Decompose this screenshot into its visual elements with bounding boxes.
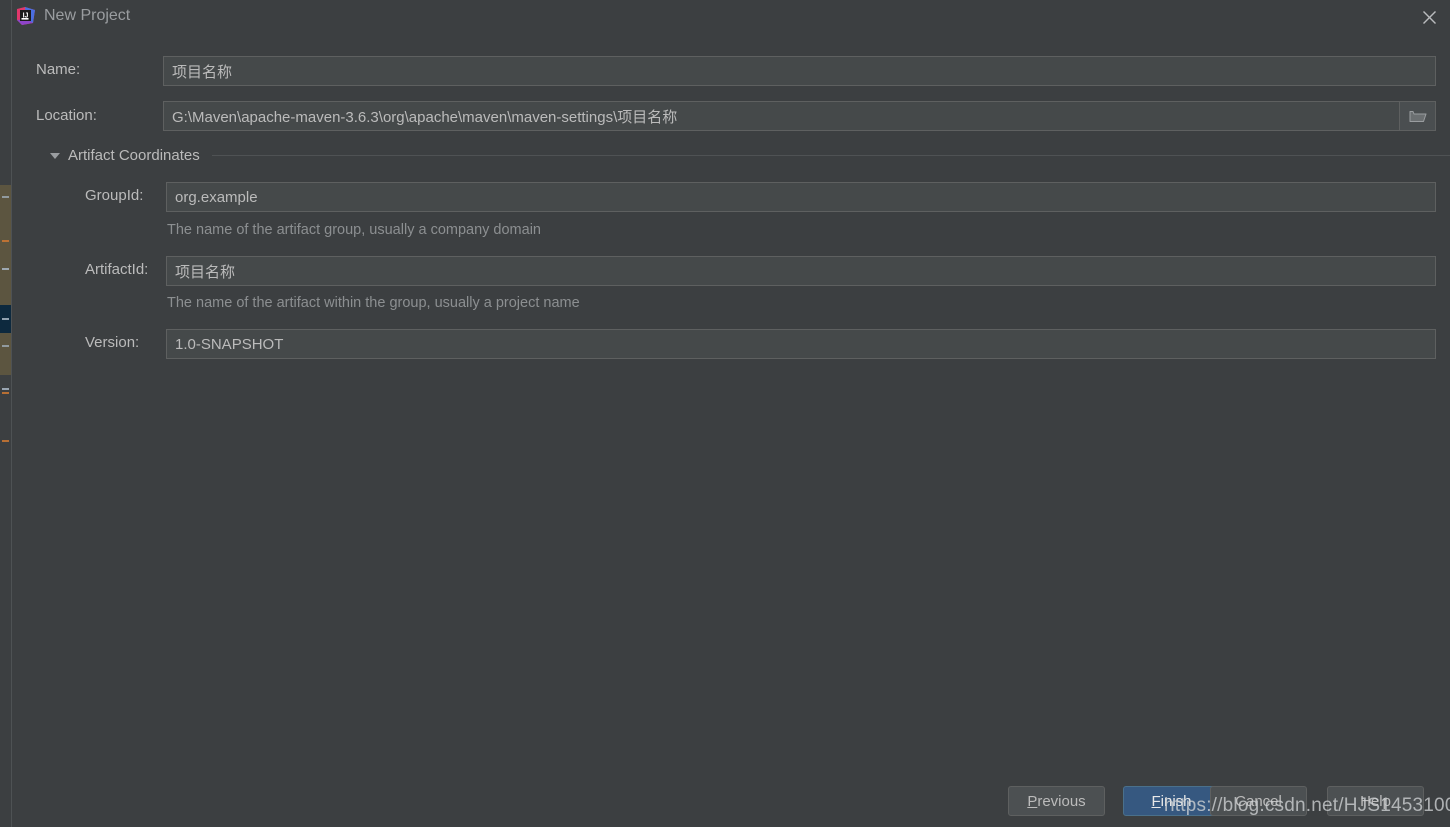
artifactid-hint: The name of the artifact within the grou… <box>167 295 580 311</box>
artifact-coordinates-title: Artifact Coordinates <box>68 147 200 164</box>
background-text-fragment <box>2 345 9 347</box>
groupid-input-value: org.example <box>175 189 258 206</box>
groupid-hint: The name of the artifact group, usually … <box>167 222 541 238</box>
name-input[interactable]: 项目名称 <box>163 56 1436 86</box>
close-icon[interactable] <box>1414 2 1444 32</box>
background-text-fragment <box>2 392 9 394</box>
artifactid-input[interactable]: 项目名称 <box>166 256 1436 286</box>
intellij-idea-logo-icon: IJ <box>16 6 36 26</box>
name-label: Name: <box>36 61 80 78</box>
dialog-title: New Project <box>44 6 130 26</box>
location-label: Location: <box>36 107 97 124</box>
screen: IJ New Project Name: 项目名称 L <box>0 0 1450 827</box>
background-text-fragment <box>2 268 9 270</box>
dialog-button-bar: Previous Finish Cancel Help <box>14 775 1450 827</box>
version-input-value: 1.0-SNAPSHOT <box>175 336 283 353</box>
project-form: Name: 项目名称 Location: G:\Maven\apache-mav… <box>14 34 1450 827</box>
background-text-fragment <box>2 388 9 390</box>
dialog-titlebar: IJ New Project <box>14 0 1450 34</box>
cancel-button-label: Cancel <box>1235 793 1282 810</box>
groupid-label: GroupId: <box>85 187 143 204</box>
finish-button-rest: inish <box>1161 793 1192 810</box>
previous-button-rest: revious <box>1037 793 1085 810</box>
name-input-value: 项目名称 <box>172 61 232 82</box>
background-text-fragment <box>2 196 9 198</box>
finish-button[interactable]: Finish <box>1123 786 1220 816</box>
version-label: Version: <box>85 334 139 351</box>
new-project-dialog: IJ New Project Name: 项目名称 L <box>14 0 1450 827</box>
artifact-coordinates-section-header[interactable]: Artifact Coordinates <box>50 147 1450 164</box>
folder-icon[interactable] <box>1399 102 1435 130</box>
background-text-fragment <box>2 240 9 242</box>
name-row: Name: <box>36 61 80 79</box>
artifactid-label: ArtifactId: <box>85 261 148 278</box>
artifactid-input-value: 项目名称 <box>175 261 235 282</box>
version-input[interactable]: 1.0-SNAPSHOT <box>166 329 1436 359</box>
background-text-fragment <box>2 318 9 320</box>
previous-button[interactable]: Previous <box>1008 786 1105 816</box>
background-divider <box>11 0 12 827</box>
background-ide-sliver <box>0 0 14 827</box>
help-button-label: Help <box>1360 793 1391 810</box>
location-input-value: G:\Maven\apache-maven-3.6.3\org\apache\m… <box>172 106 677 127</box>
chevron-down-icon[interactable] <box>50 153 60 159</box>
location-input[interactable]: G:\Maven\apache-maven-3.6.3\org\apache\m… <box>163 101 1436 131</box>
groupid-input[interactable]: org.example <box>166 182 1436 212</box>
section-separator <box>212 155 1450 156</box>
version-row: Version: <box>85 334 139 352</box>
help-button[interactable]: Help <box>1327 786 1424 816</box>
cancel-button[interactable]: Cancel <box>1210 786 1307 816</box>
location-row: Location: <box>36 107 97 125</box>
artifactid-row: ArtifactId: <box>85 261 148 279</box>
background-text-fragment <box>2 440 9 442</box>
groupid-row: GroupId: <box>85 187 143 205</box>
